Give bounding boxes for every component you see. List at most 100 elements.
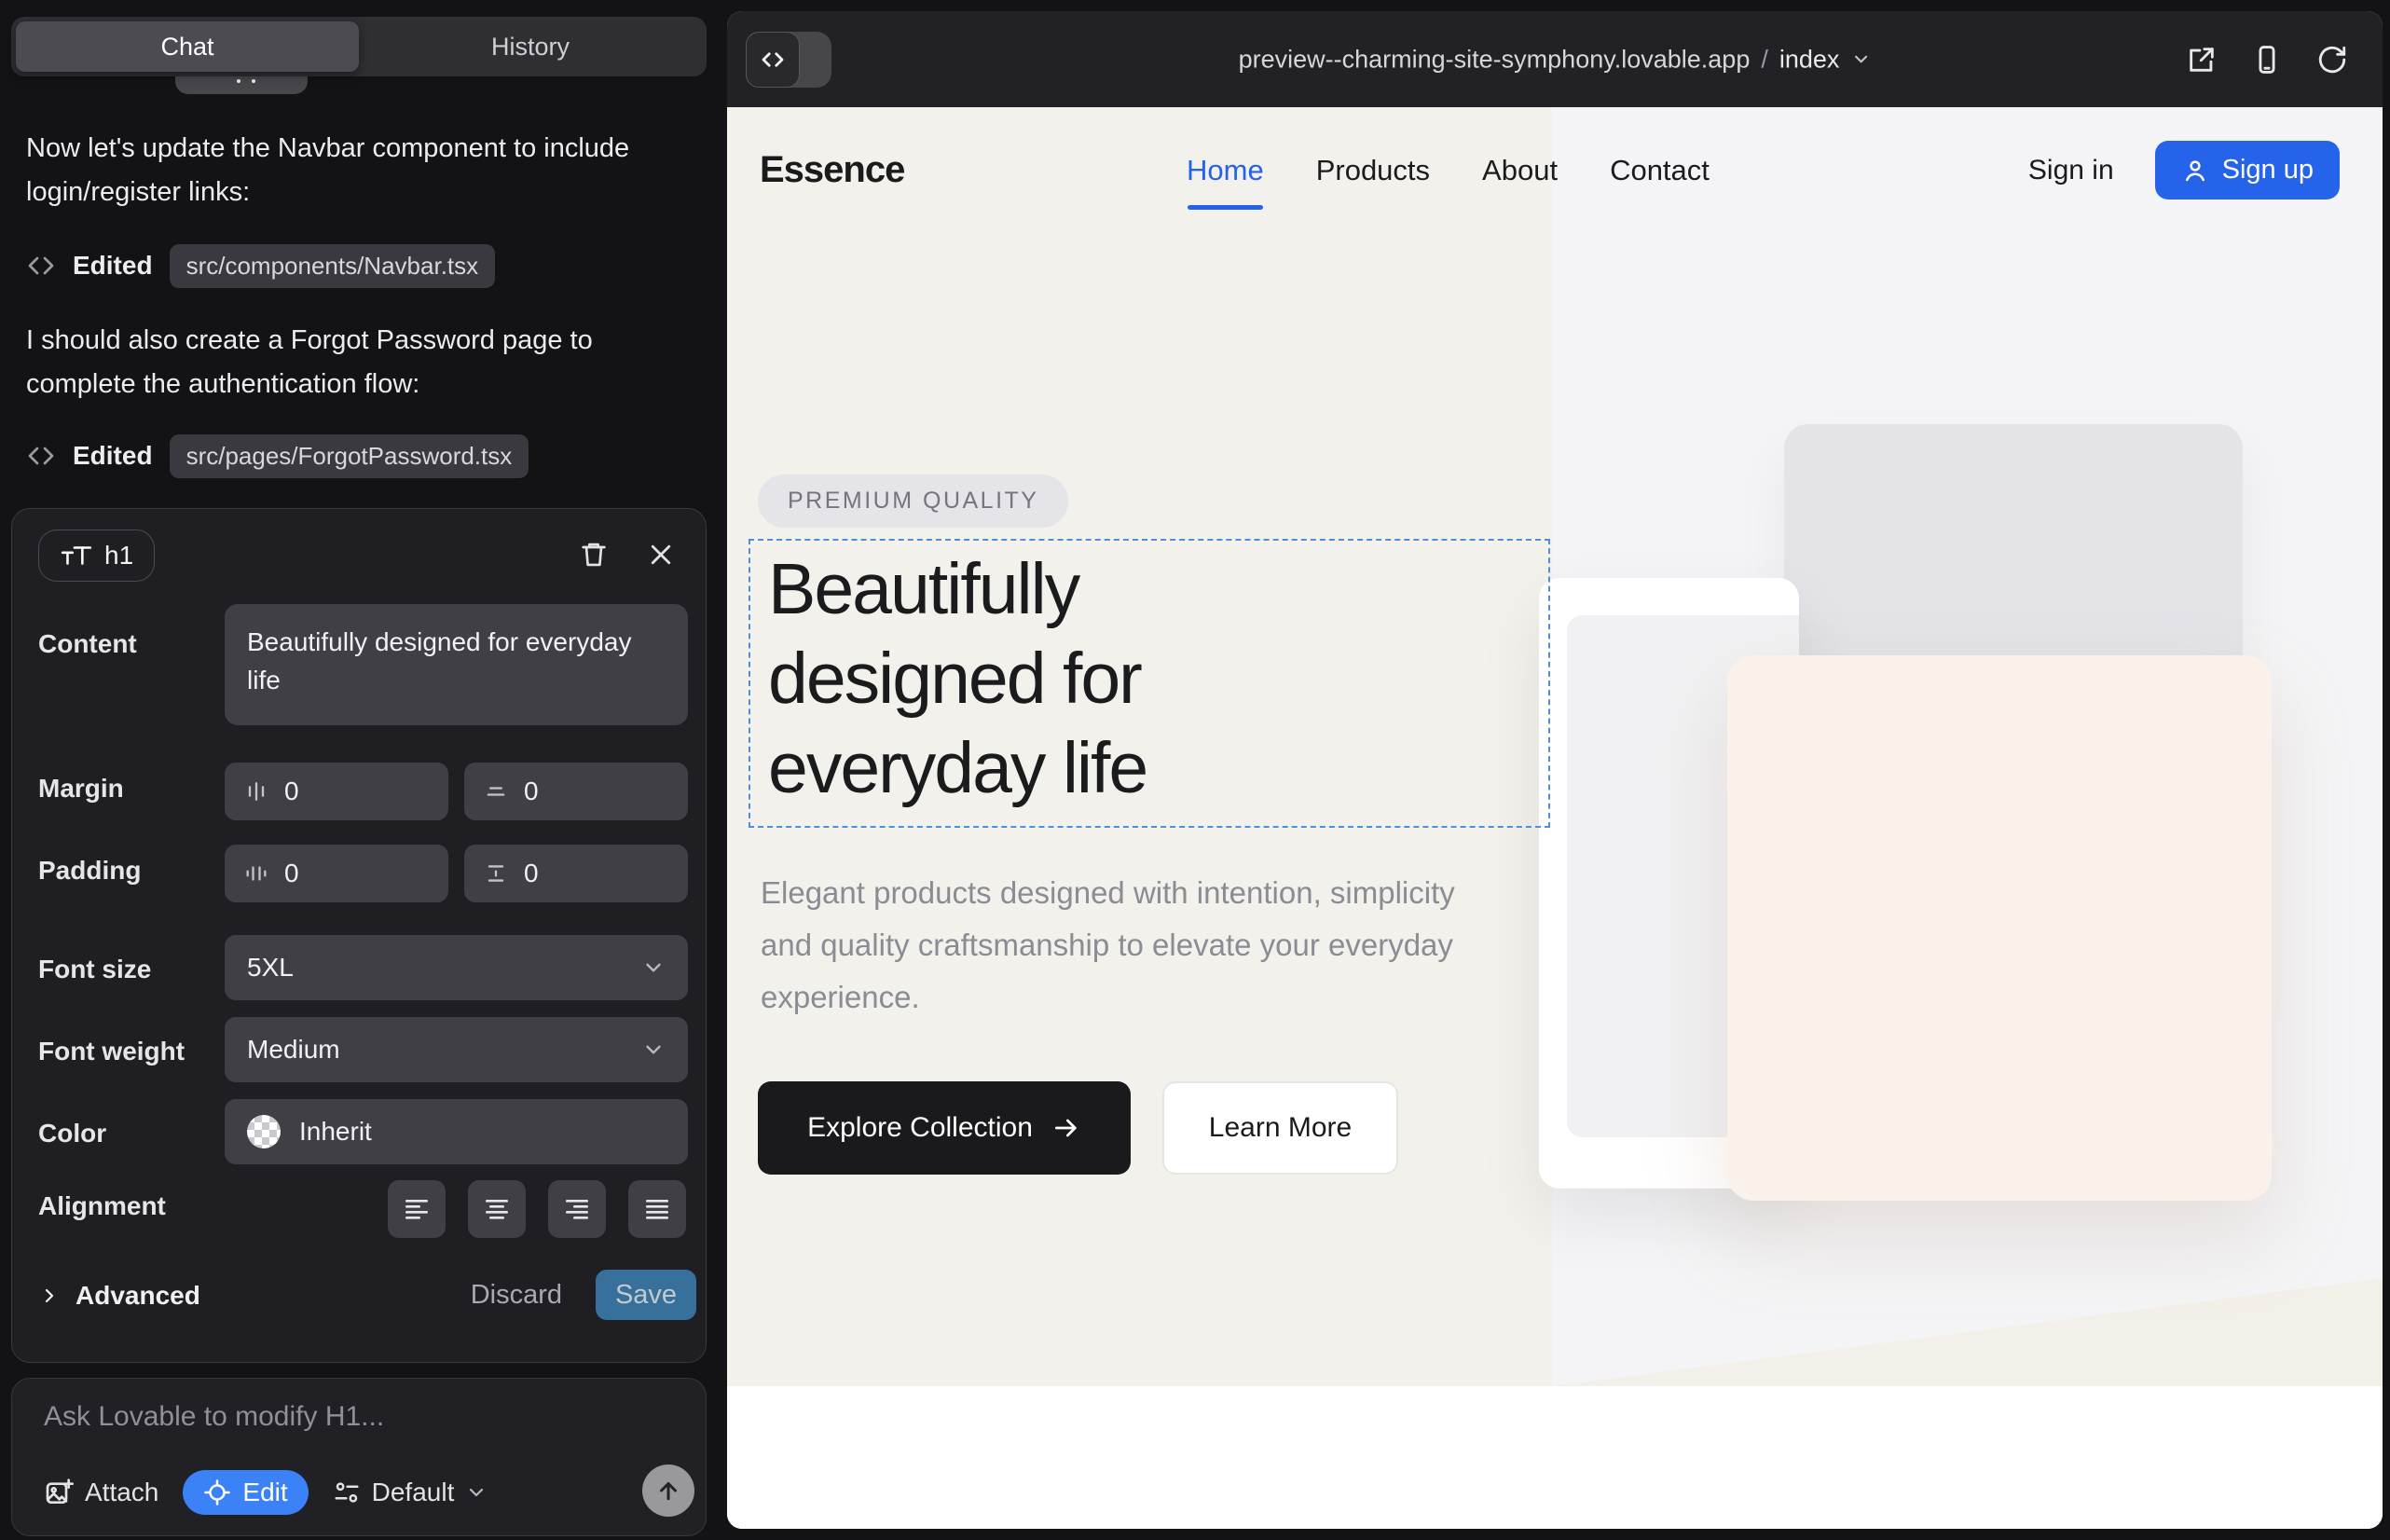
site-nav-links: Home Products About Contact [1187, 107, 1710, 233]
arrow-up-icon [654, 1477, 682, 1505]
sign-up-label: Sign up [2222, 155, 2314, 186]
hero-heading-line: Beautifully [768, 544, 1147, 634]
font-size-value: 5XL [247, 953, 294, 983]
preview-browser-bar: preview--charming-site-symphony.lovable.… [727, 11, 2383, 107]
selected-element-outline[interactable]: Beautifully designed for everyday life [749, 539, 1550, 828]
send-button[interactable] [642, 1464, 694, 1517]
hero-cream-shape [1727, 655, 2272, 1201]
edited-file-row: Edited src/pages/ForgotPassword.tsx [26, 434, 529, 477]
element-editor-panel: h1 Content Beautifully designed for ever… [11, 508, 707, 1363]
url-separator: / [1761, 45, 1768, 74]
advanced-toggle[interactable]: Advanced [38, 1281, 200, 1311]
font-size-select[interactable]: 5XL [225, 935, 688, 1000]
preview-domain: preview--charming-site-symphony.lovable.… [1239, 45, 1751, 74]
site-logo[interactable]: Essence [760, 107, 904, 233]
chevron-down-icon [1850, 49, 1871, 70]
text-size-icon [60, 543, 93, 569]
trash-icon [579, 540, 609, 570]
chat-message: I should also create a Forgot Password p… [26, 319, 693, 406]
code-toggle-segment[interactable] [746, 32, 800, 88]
align-right-icon [562, 1194, 592, 1224]
edit-label: Edit [242, 1478, 287, 1507]
padding-label: Padding [38, 856, 141, 886]
arrow-right-icon [1051, 1113, 1081, 1143]
color-swatch [247, 1115, 281, 1148]
code-icon [759, 46, 787, 74]
alignment-buttons [388, 1180, 686, 1238]
default-mode-button[interactable]: Default [333, 1478, 488, 1507]
color-select[interactable]: Inherit [225, 1099, 688, 1164]
advanced-label: Advanced [76, 1281, 200, 1311]
sliders-icon [333, 1478, 361, 1506]
mobile-view-button[interactable] [2248, 41, 2286, 78]
close-editor-button[interactable] [640, 534, 681, 575]
padding-x-value: 0 [284, 859, 299, 888]
attach-button[interactable]: Attach [44, 1478, 158, 1507]
explore-collection-button[interactable]: Explore Collection [758, 1081, 1131, 1175]
target-icon [203, 1478, 231, 1506]
color-value: Inherit [299, 1117, 372, 1147]
preview-path: index [1779, 45, 1840, 74]
refresh-button[interactable] [2314, 41, 2351, 78]
code-icon [26, 251, 56, 281]
delete-element-button[interactable] [573, 534, 614, 575]
chevron-down-icon [641, 1038, 666, 1062]
margin-label: Margin [38, 774, 124, 804]
font-size-label: Font size [38, 955, 151, 984]
align-justify-button[interactable] [628, 1180, 686, 1238]
learn-more-button[interactable]: Learn More [1162, 1081, 1398, 1175]
preview-url[interactable]: preview--charming-site-symphony.lovable.… [1239, 45, 1872, 74]
composer-input[interactable] [44, 1401, 566, 1448]
edited-label: Edited [73, 251, 153, 281]
sign-up-button[interactable]: Sign up [2155, 141, 2340, 199]
edit-mode-button[interactable]: Edit [183, 1470, 308, 1515]
tab-chat[interactable]: Chat [16, 21, 359, 72]
selected-element-pill[interactable]: h1 [38, 529, 155, 582]
next-section-background [727, 1386, 2383, 1529]
font-weight-select[interactable]: Medium [225, 1017, 688, 1082]
margin-y-input[interactable]: 0 [464, 763, 688, 820]
font-weight-value: Medium [247, 1035, 340, 1065]
discard-button[interactable]: Discard [471, 1280, 562, 1311]
site-navbar: Essence Home Products About Contact Sign… [727, 107, 2383, 233]
margin-x-input[interactable]: 0 [225, 763, 448, 820]
margin-horizontal-icon [243, 778, 269, 804]
external-link-icon [2186, 44, 2218, 76]
preview-pane: preview--charming-site-symphony.lovable.… [727, 11, 2383, 1529]
align-center-button[interactable] [468, 1180, 526, 1238]
refresh-icon [2316, 44, 2348, 76]
code-icon [26, 441, 56, 471]
composer-toolbar: Attach Edit Default [44, 1468, 488, 1517]
code-preview-toggle[interactable] [746, 32, 831, 88]
edited-file-pill[interactable]: src/components/Navbar.tsx [170, 244, 496, 288]
scrolled-chip-fragment [175, 76, 308, 94]
open-in-new-tab-button[interactable] [2183, 41, 2220, 78]
align-right-button[interactable] [548, 1180, 606, 1238]
image-plus-icon [44, 1478, 74, 1507]
attach-label: Attach [85, 1478, 158, 1507]
tab-history[interactable]: History [359, 21, 702, 72]
padding-x-input[interactable]: 0 [225, 845, 448, 902]
chevron-down-icon [641, 956, 666, 980]
padding-vertical-icon [483, 860, 509, 887]
default-label: Default [372, 1478, 455, 1507]
content-input[interactable]: Beautifully designed for everyday life [225, 604, 688, 725]
align-left-icon [402, 1194, 432, 1224]
nav-link-home[interactable]: Home [1187, 154, 1264, 187]
user-icon [2181, 157, 2209, 185]
padding-y-input[interactable]: 0 [464, 845, 688, 902]
chevron-right-icon [38, 1285, 61, 1307]
nav-link-about[interactable]: About [1482, 154, 1558, 187]
align-left-button[interactable] [388, 1180, 446, 1238]
lovable-chat-panel: Chat History Now let's update the Navbar… [0, 0, 727, 1540]
save-button[interactable]: Save [596, 1270, 696, 1320]
sign-in-button[interactable]: Sign in [2028, 155, 2114, 186]
hero-cta-row: Explore Collection Learn More [758, 1081, 1398, 1175]
nav-link-contact[interactable]: Contact [1610, 154, 1710, 187]
edited-file-pill[interactable]: src/pages/ForgotPassword.tsx [170, 434, 529, 478]
nav-link-products[interactable]: Products [1316, 154, 1430, 187]
smartphone-icon [2251, 44, 2283, 76]
close-icon [647, 541, 675, 569]
panel-tabs: Chat History [11, 17, 707, 76]
align-center-icon [482, 1194, 512, 1224]
